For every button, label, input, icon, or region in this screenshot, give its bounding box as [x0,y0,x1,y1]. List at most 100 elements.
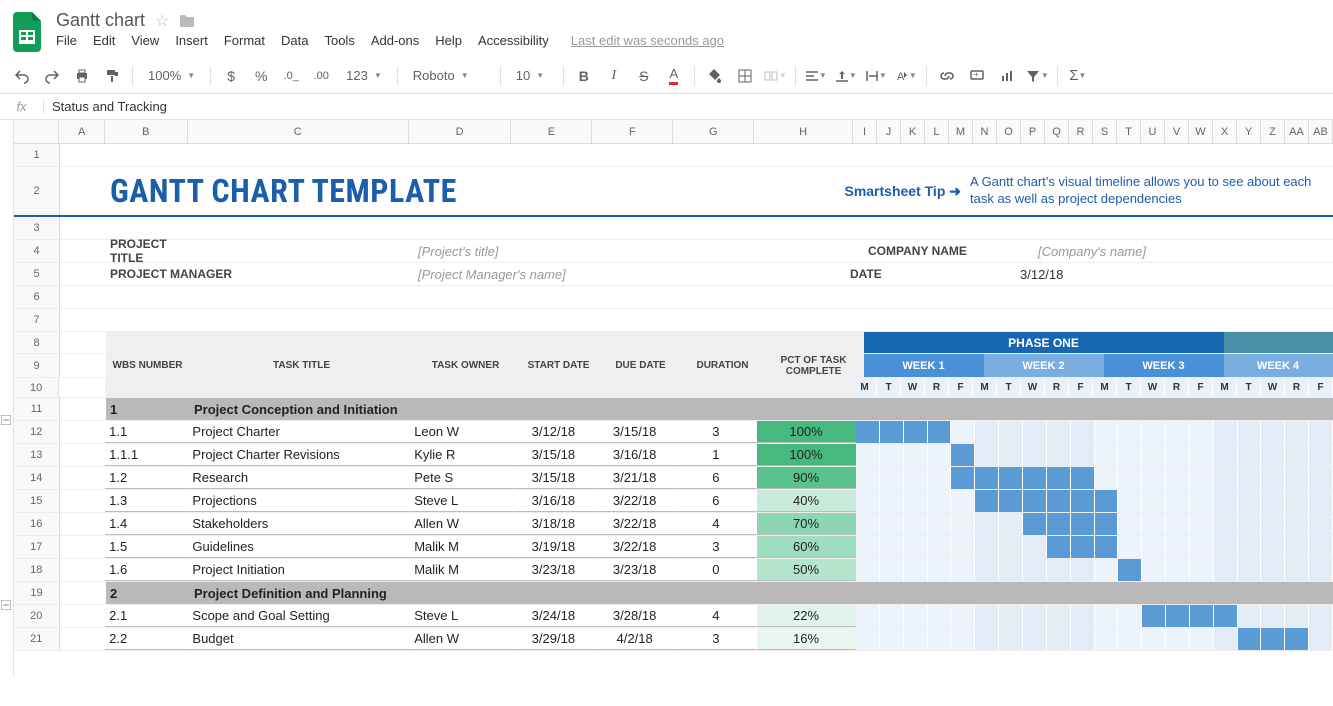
menu-addons[interactable]: Add-ons [371,33,419,48]
menu-help[interactable]: Help [435,33,462,48]
gantt-cell[interactable] [1023,467,1047,489]
col-header[interactable]: J [877,120,901,143]
fill-color-button[interactable] [701,62,729,90]
gantt-cell[interactable] [1095,467,1119,489]
gantt-cell[interactable] [1095,536,1119,558]
gantt-cell[interactable] [1190,605,1214,627]
cell-owner[interactable]: Pete S [410,467,513,489]
strikethrough-button[interactable]: S [630,62,658,90]
col-header[interactable]: N [973,120,997,143]
col-header[interactable]: AB [1309,120,1333,143]
gantt-cell[interactable] [1071,490,1095,512]
cell-owner[interactable]: Allen W [410,628,513,650]
row-header[interactable]: 13 [14,444,60,466]
gantt-cell[interactable] [1285,444,1309,466]
gantt-cell[interactable] [1118,559,1142,581]
gantt-cell[interactable] [904,559,928,581]
cell-duration[interactable]: 4 [676,605,757,627]
gantt-cell[interactable] [880,490,904,512]
gantt-cell[interactable] [1261,536,1285,558]
gantt-cell[interactable] [1166,513,1190,535]
gantt-cell[interactable] [1166,536,1190,558]
cell-owner[interactable]: Kylie R [410,444,513,466]
text-wrap-button[interactable]: ▼ [862,62,890,90]
gantt-cell[interactable] [1142,605,1166,627]
text-rotation-button[interactable]: A▼ [892,62,920,90]
insert-chart-button[interactable] [993,62,1021,90]
cell-task[interactable]: Scope and Goal Setting [188,605,410,627]
col-header[interactable]: R [1069,120,1093,143]
col-header[interactable]: Z [1261,120,1285,143]
gantt-cell[interactable] [1238,421,1262,443]
gantt-cell[interactable] [1238,490,1262,512]
cell-due[interactable]: 3/16/18 [594,444,675,466]
cell-owner[interactable]: Allen W [410,513,513,535]
cell-start[interactable]: 3/24/18 [513,605,594,627]
col-header[interactable]: T [1117,120,1141,143]
gantt-cell[interactable] [999,421,1023,443]
gantt-cell[interactable] [1142,490,1166,512]
gantt-cell[interactable] [1285,490,1309,512]
gantt-cell[interactable] [999,559,1023,581]
sheet-row[interactable]: 3 [14,217,1333,240]
row-header[interactable]: 7 [14,309,60,331]
undo-button[interactable] [8,62,36,90]
gantt-cell[interactable] [1047,605,1071,627]
cell-pct[interactable]: 90% [757,467,856,489]
cell-task[interactable]: Project Charter Revisions [188,444,410,466]
cell-wbs[interactable]: 1.1 [105,421,188,443]
gantt-cell[interactable] [975,605,999,627]
cell-pct[interactable]: 100% [757,421,856,443]
h-align-button[interactable]: ▼ [802,62,830,90]
cell-task[interactable]: Project Initiation [188,559,410,581]
gantt-cell[interactable] [856,628,880,650]
col-header[interactable]: D [409,120,512,143]
gantt-cell[interactable] [1285,559,1309,581]
row-header[interactable]: 16 [14,513,60,535]
row-header[interactable]: 21 [14,628,60,650]
gantt-cell[interactable] [975,513,999,535]
font-size-dropdown[interactable]: 10▼ [507,67,557,84]
gantt-cell[interactable] [975,536,999,558]
gantt-cell[interactable] [1023,628,1047,650]
gantt-cell[interactable] [856,467,880,489]
sheet-row[interactable]: 5 PROJECT MANAGER [Project Manager's nam… [14,263,1333,286]
star-icon[interactable]: ☆ [155,11,169,31]
gantt-cell[interactable] [1047,536,1071,558]
gantt-cell[interactable] [999,513,1023,535]
gantt-cell[interactable] [1047,628,1071,650]
gantt-cell[interactable] [1238,467,1262,489]
gantt-cell[interactable] [975,559,999,581]
cell-start[interactable]: 3/16/18 [513,490,594,512]
gantt-cell[interactable] [1118,536,1142,558]
gantt-cell[interactable] [1166,605,1190,627]
table-row[interactable]: 161.4StakeholdersAllen W3/18/183/22/1847… [14,513,1333,536]
cell-start[interactable]: 3/18/18 [513,513,594,535]
gantt-cell[interactable] [1047,490,1071,512]
menu-view[interactable]: View [131,33,159,48]
cell-task[interactable]: Guidelines [188,536,410,558]
row-header[interactable]: 10 [14,378,59,397]
cell-due[interactable]: 3/22/18 [594,490,675,512]
cell-due[interactable]: 3/23/18 [594,559,675,581]
row-header[interactable]: 17 [14,536,60,558]
gantt-cell[interactable] [880,536,904,558]
col-header[interactable]: A [59,120,104,143]
gantt-cell[interactable] [928,490,952,512]
cell-owner[interactable]: Steve L [410,605,513,627]
gantt-cell[interactable] [904,444,928,466]
gantt-cell[interactable] [1309,444,1333,466]
gantt-cell[interactable] [1190,559,1214,581]
table-row[interactable]: 141.2ResearchPete S3/15/183/21/18690% [14,467,1333,490]
cell-task[interactable]: Projections [188,490,410,512]
table-row[interactable]: 212.2BudgetAllen W3/29/184/2/18316% [14,628,1333,651]
gantt-cell[interactable] [904,490,928,512]
sheet-row[interactable]: 9 WBS NUMBER TASK TITLE TASK OWNER START… [14,354,1333,378]
gantt-cell[interactable] [1071,536,1095,558]
col-header[interactable]: P [1021,120,1045,143]
gantt-cell[interactable] [904,628,928,650]
gantt-cell[interactable] [975,421,999,443]
gantt-cell[interactable] [1166,467,1190,489]
gantt-cell[interactable] [1142,513,1166,535]
cell-task[interactable]: Stakeholders [188,513,410,535]
